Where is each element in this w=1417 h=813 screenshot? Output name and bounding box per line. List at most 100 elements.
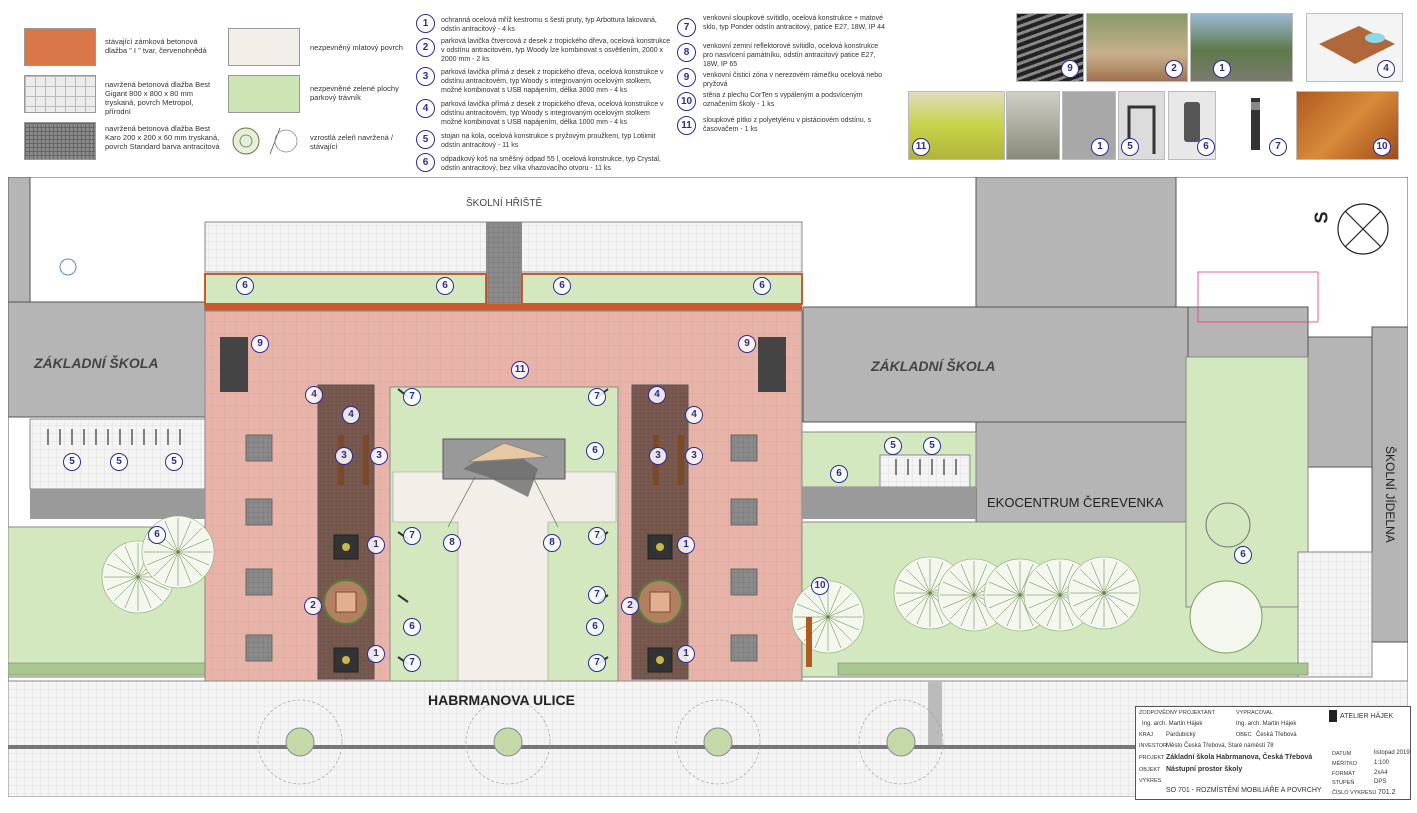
photo-cleaning-zone: 9 xyxy=(1016,13,1084,82)
photo-number: 5 xyxy=(1121,138,1139,156)
school-left-label: ZÁKLADNÍ ŠKOLA xyxy=(34,355,159,371)
path-left xyxy=(30,489,205,519)
tb-value: 701.2 xyxy=(1378,789,1396,796)
photo-bike-stand: 5 xyxy=(1118,91,1165,160)
firm-name: ATELIER HÁJEK xyxy=(1340,713,1394,720)
tb-label: DATUM xyxy=(1332,751,1352,757)
item-text: venkovní čisticí zóna v nerezovém rámečk… xyxy=(703,72,882,88)
tb-label: ZODPOVĚDNÝ PROJEKTANT xyxy=(1139,710,1215,716)
legend-swatch-gravel xyxy=(228,28,300,66)
plan-marker: 6 xyxy=(148,526,166,544)
plan-marker: 5 xyxy=(165,453,183,471)
tb-label: OBEC xyxy=(1236,732,1252,738)
item-text: sloupkové pítko z polyetylénu v pistácio… xyxy=(703,117,872,133)
entry-karo-path xyxy=(486,222,522,307)
item-number: 10 xyxy=(677,92,696,111)
plan-marker: 2 xyxy=(304,597,322,615)
photo-number: 1 xyxy=(1213,60,1231,78)
canteen-label: ŠKOLNÍ JÍDELNA xyxy=(1383,446,1397,543)
tb-label: VÝKRES xyxy=(1139,778,1162,784)
plan-marker: 4 xyxy=(342,406,360,424)
item-text: stojan na kola, ocelová konstrukce s pry… xyxy=(441,133,656,149)
tb-value: Pardubický xyxy=(1166,732,1196,738)
tb-label: FORMÁT xyxy=(1332,771,1356,777)
eco-centre-label: EKOCENTRUM ČEREVENKA xyxy=(987,495,1164,510)
plan-marker: 1 xyxy=(677,536,695,554)
plan-marker: 7 xyxy=(588,527,606,545)
tb-label: INVESTOR xyxy=(1139,743,1168,749)
school-right-label: ZÁKLADNÍ ŠKOLA xyxy=(871,358,996,374)
item-number: 6 xyxy=(416,153,435,172)
legend-text: stávající zámková betonová dlažba " I " … xyxy=(105,37,207,55)
item-number: 5 xyxy=(416,130,435,149)
photo-number: 7 xyxy=(1269,138,1287,156)
plan-marker: 6 xyxy=(753,277,771,295)
legend-text: navržená betonová dlažba Best Karo 200 x… xyxy=(105,124,220,151)
tb-value: Základní škola Habrmanova, Česká Třebová xyxy=(1166,754,1313,761)
plan-marker: 5 xyxy=(110,453,128,471)
legend-text: nezpevněný mlatový povrch xyxy=(310,43,403,52)
item-number: 3 xyxy=(416,67,435,86)
cleaning-zone-right xyxy=(758,337,786,392)
photo-bollard-light: 7 xyxy=(1222,91,1292,160)
tb-label: OBJEKT xyxy=(1139,767,1161,773)
item-text: parková lavička čtvercová z desek z trop… xyxy=(441,38,671,63)
street-label: HABRMANOVA ULICE xyxy=(428,692,575,708)
plan-marker: 6 xyxy=(553,277,571,295)
plan-marker: 5 xyxy=(884,437,902,455)
photo-number: 11 xyxy=(912,138,930,156)
plan-marker: 11 xyxy=(511,361,529,379)
cleaning-zone-left xyxy=(220,337,248,392)
tb-value: Česká Třebová xyxy=(1256,732,1297,738)
photo-square-bench: 2 xyxy=(1086,13,1188,82)
plan-marker: 6 xyxy=(1234,546,1252,564)
tb-label: MĚŘÍTKO xyxy=(1332,761,1358,767)
legend-text: vzrostlá zeleň navržená / stávající xyxy=(310,133,393,151)
photo-corten-wall: 10 xyxy=(1296,91,1399,160)
plan-marker: 3 xyxy=(370,447,388,465)
tb-value: Nástupní prostor školy xyxy=(1166,766,1243,773)
photo-fountain-grey xyxy=(1006,91,1060,160)
tb-value: listopad 2019 xyxy=(1374,750,1410,756)
tb-value: SO 701 - ROZMÍSTĚNÍ MOBILIÁŘE A POVRCHY xyxy=(1166,787,1322,794)
item-number: 4 xyxy=(416,99,435,118)
building-connector xyxy=(1187,306,1309,358)
plan-marker: 8 xyxy=(543,534,561,552)
photo-number: 2 xyxy=(1165,60,1183,78)
item-text: parková lavička přímá z desek z tropické… xyxy=(441,69,664,94)
brick-edge xyxy=(205,304,802,311)
plan-marker: 5 xyxy=(63,453,81,471)
path-right xyxy=(802,487,976,519)
site-plan xyxy=(8,177,1408,797)
building-school-right xyxy=(802,306,1189,423)
photo-bench-park: 1 xyxy=(1190,13,1293,82)
photo-number: 4 xyxy=(1377,60,1395,78)
plan-marker: 10 xyxy=(811,577,829,595)
plan-marker: 7 xyxy=(403,388,421,406)
item-text: ochranná ocelová mříž kestromu s šesti p… xyxy=(441,17,657,33)
playground-label: ŠKOLNÍ HŘIŠTĚ xyxy=(466,198,543,209)
plan-marker: 1 xyxy=(367,536,385,554)
item-number: 8 xyxy=(677,43,696,62)
tb-label: KRAJ xyxy=(1139,732,1154,738)
lawn-right-upper xyxy=(1185,356,1309,608)
firm-logo xyxy=(1329,710,1337,722)
plan-marker: 6 xyxy=(236,277,254,295)
tb-value: Město Česká Třebová, Staré náměstí 78 xyxy=(1166,743,1274,749)
title-block: ZODPOVĚDNÝ PROJEKTANT VYPRACOVAL Ing. ar… xyxy=(1135,706,1411,800)
plan-marker: 3 xyxy=(685,447,703,465)
plan-marker: 6 xyxy=(403,618,421,636)
legend-text: nezpevněné zelené plochy parkový trávník xyxy=(310,84,399,102)
item-text: parková lavička přímá z desek z tropické… xyxy=(441,101,664,126)
photo-number: 10 xyxy=(1373,138,1391,156)
photo-bench-table: 4 xyxy=(1306,13,1403,82)
legend-text: navržená betonová dlažba Best Gigant 800… xyxy=(105,80,211,116)
tb-label: STUPEŇ xyxy=(1332,780,1355,786)
plan-marker: 4 xyxy=(648,386,666,404)
plan-marker: 7 xyxy=(588,388,606,406)
tb-name: Ing. arch. Martin Hájek xyxy=(1236,721,1297,727)
plan-marker: 8 xyxy=(443,534,461,552)
photo-bin: 6 xyxy=(1168,91,1216,160)
item-text: venkovní zemní reflektorové svítidlo, oc… xyxy=(703,43,879,68)
photo-number: 1 xyxy=(1091,138,1109,156)
